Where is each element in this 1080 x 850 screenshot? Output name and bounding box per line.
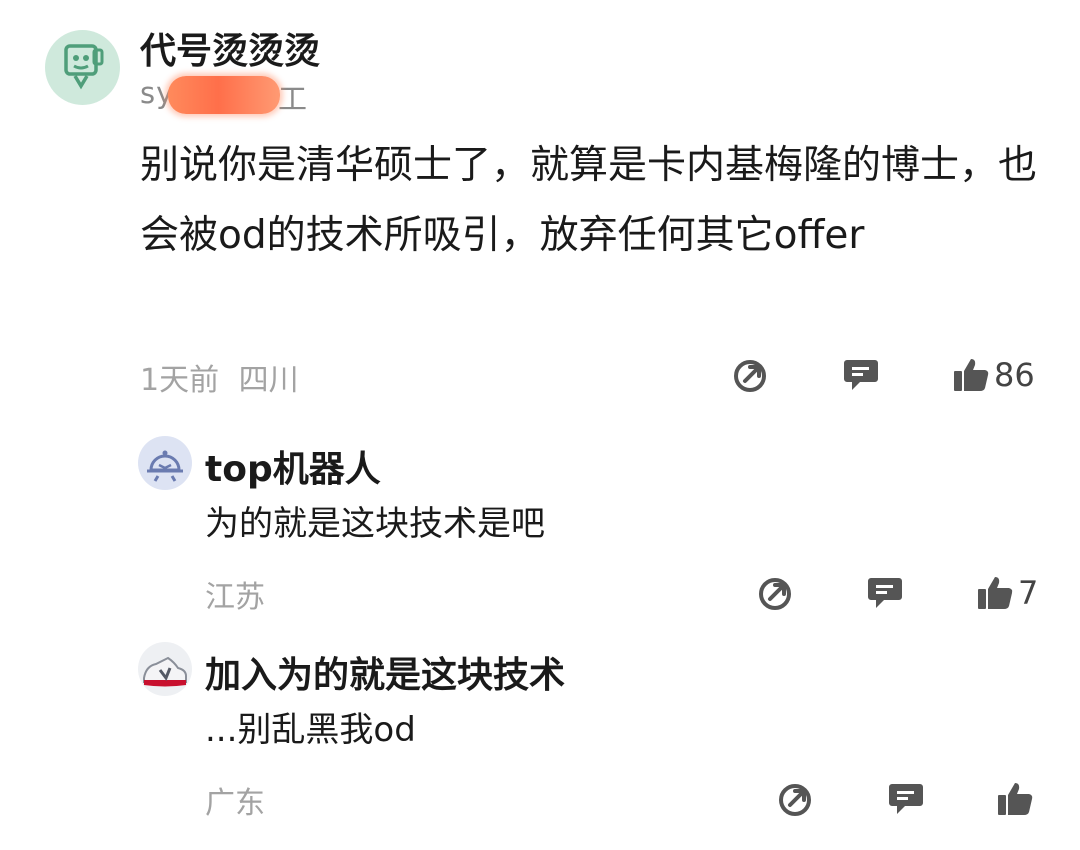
avatar-figure-icon: [64, 44, 104, 90]
share-button[interactable]: [758, 575, 794, 611]
comment-bubble-icon: [842, 357, 880, 393]
like-count: 86: [994, 356, 1035, 394]
thumbs-up-icon: [996, 780, 1034, 818]
share-button[interactable]: [733, 357, 769, 393]
reply-text: 为的就是这块技术是吧: [205, 504, 545, 544]
comment-username[interactable]: 代号烫烫烫: [140, 22, 320, 74]
comment-time: 1天前: [140, 363, 220, 398]
sneaker-icon: [143, 656, 187, 687]
comment-bubble-icon: [887, 781, 925, 817]
reply-avatar[interactable]: [138, 436, 192, 490]
reply-location: 江苏: [205, 580, 265, 615]
share-icon: [758, 575, 794, 611]
comment-bubble-icon: [866, 575, 904, 611]
share-button[interactable]: [778, 781, 814, 817]
reply-username[interactable]: 加入为的就是这块技术: [205, 646, 565, 698]
like-button[interactable]: [996, 780, 1038, 818]
share-icon: [778, 781, 814, 817]
user-subtitle-suffix: 工: [278, 82, 309, 116]
thumbs-up-icon: [952, 356, 990, 394]
reply-button[interactable]: [842, 357, 880, 393]
reply-text: ...别乱黑我od: [205, 710, 416, 750]
reply-avatar[interactable]: [138, 642, 192, 696]
reply-button[interactable]: [866, 575, 904, 611]
comment-meta: 1天前 四川: [140, 355, 299, 399]
reply-location: 广东: [205, 786, 265, 821]
comment-location: 四川: [238, 363, 299, 398]
avatar[interactable]: [45, 30, 120, 105]
robot-icon: [147, 450, 183, 482]
share-icon: [733, 357, 769, 393]
comment-text: 别说你是清华硕士了，就算是卡内基梅隆的博士，也会被od的技术所吸引，放弃任何其它…: [140, 143, 1038, 258]
reply-username[interactable]: top机器人: [205, 440, 381, 492]
like-button[interactable]: 7: [976, 574, 1038, 612]
like-button[interactable]: 86: [952, 356, 1035, 394]
redaction-mark: [168, 76, 280, 114]
like-count: 7: [1018, 574, 1039, 612]
reply-button[interactable]: [887, 781, 925, 817]
thumbs-up-icon: [976, 574, 1014, 612]
